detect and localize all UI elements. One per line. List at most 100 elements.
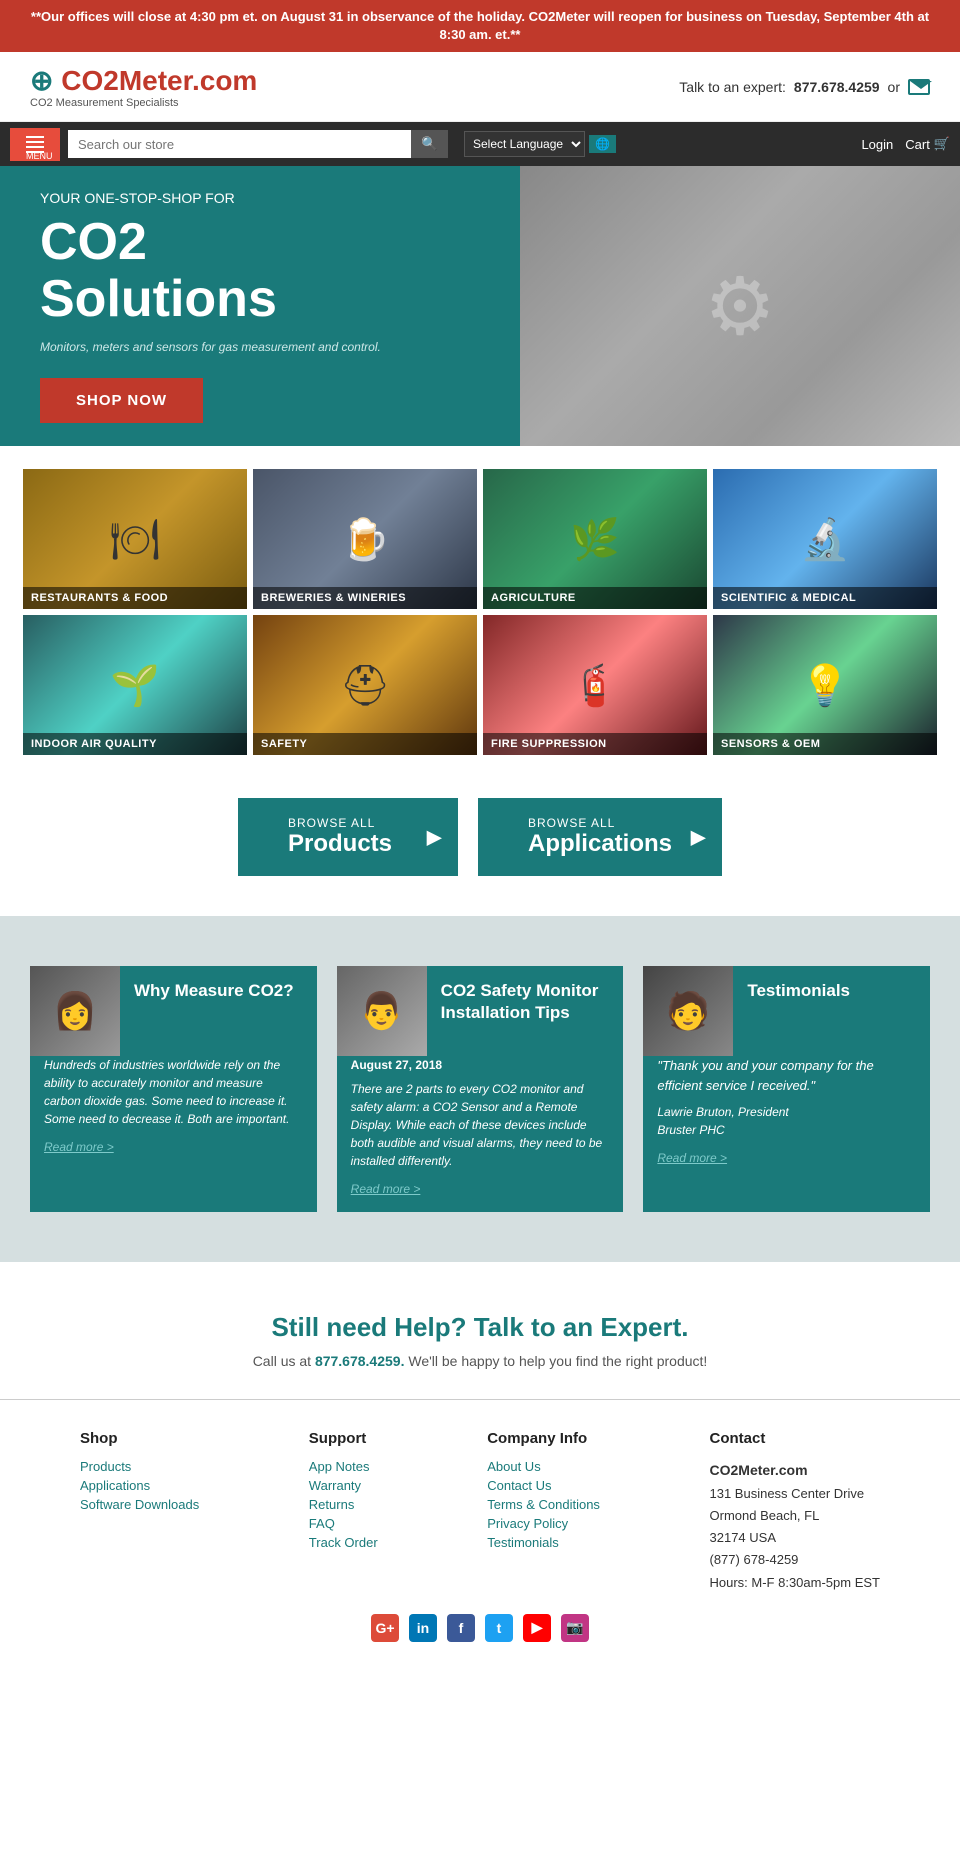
- browse-buttons: BROWSE ALL Products ▶ BROWSE ALL Applica…: [0, 778, 960, 916]
- help-section: Still need Help? Talk to an Expert. Call…: [0, 1262, 960, 1399]
- testimonial-quote: "Thank you and your company for the effi…: [657, 1056, 916, 1095]
- login-link[interactable]: Login: [861, 137, 893, 152]
- header: ⊕ CO2Meter.com CO2 Measurement Specialis…: [0, 52, 960, 122]
- hero-image: [520, 166, 960, 446]
- footer-link[interactable]: Privacy Policy: [487, 1516, 600, 1531]
- card-title: Testimonials: [733, 966, 864, 1056]
- phone-number: 877.678.4259: [794, 79, 880, 95]
- category-label-restaurants: RESTAURANTS & FOOD: [23, 587, 247, 609]
- footer-link[interactable]: Testimonials: [487, 1535, 600, 1550]
- logo-subtitle: CO2 Measurement Specialists: [30, 97, 257, 109]
- category-indoor[interactable]: 🌱 INDOOR AIR QUALITY: [23, 615, 247, 755]
- category-label-scientific: SCIENTIFIC & MEDICAL: [713, 587, 937, 609]
- hero-image-placeholder: [520, 166, 960, 446]
- read-more-link[interactable]: Read more >: [351, 1180, 610, 1198]
- card-header: 👨 CO2 Safety Monitor Installation Tips: [337, 966, 624, 1056]
- contact-info: CO2Meter.com 131 Business Center Drive O…: [710, 1459, 881, 1593]
- facebook-icon[interactable]: f: [447, 1614, 475, 1642]
- read-more-link[interactable]: Read more >: [44, 1138, 303, 1156]
- footer-col-2: Company InfoAbout UsContact UsTerms & Co…: [487, 1430, 600, 1593]
- card-body-container: "Thank you and your company for the effi…: [643, 1056, 930, 1212]
- category-fire[interactable]: 🧯 FIRE SUPPRESSION: [483, 615, 707, 755]
- footer: ShopProductsApplicationsSoftware Downloa…: [0, 1399, 960, 1691]
- footer-link[interactable]: Track Order: [309, 1535, 378, 1550]
- shop-now-button[interactable]: SHOP NOW: [40, 378, 203, 423]
- info-card-why-measure: 👩 Why Measure CO2? Hundreds of industrie…: [30, 966, 317, 1212]
- help-phone: 877.678.4259.: [315, 1353, 405, 1369]
- footer-columns: ShopProductsApplicationsSoftware Downloa…: [80, 1430, 880, 1593]
- browse-arrow-products: ▶: [427, 825, 442, 850]
- browse-products-button[interactable]: BROWSE ALL Products ▶: [238, 798, 458, 876]
- linkedin-icon[interactable]: in: [409, 1614, 437, 1642]
- footer-link[interactable]: FAQ: [309, 1516, 378, 1531]
- twitter-icon[interactable]: t: [485, 1614, 513, 1642]
- info-card-safety-monitor: 👨 CO2 Safety Monitor Installation Tips A…: [337, 966, 624, 1212]
- card-title: CO2 Safety Monitor Installation Tips: [427, 966, 624, 1056]
- cart-button[interactable]: Cart 🛒: [905, 136, 950, 152]
- card-image: 🧑: [643, 966, 733, 1056]
- card-title: Why Measure CO2?: [120, 966, 308, 1056]
- info-card-testimonials: 🧑 Testimonials "Thank you and your compa…: [643, 966, 930, 1212]
- category-sensors[interactable]: 💡 SENSORS & OEM: [713, 615, 937, 755]
- language-selector: Select Language English Spanish 🌐: [464, 131, 616, 157]
- category-restaurants[interactable]: 🍽 RESTAURANTS & FOOD: [23, 469, 247, 609]
- read-more-link[interactable]: Read more >: [657, 1149, 916, 1167]
- category-label-agriculture: AGRICULTURE: [483, 587, 707, 609]
- browse-applications-button[interactable]: BROWSE ALL Applications ▶: [478, 798, 722, 876]
- instagram-icon[interactable]: 📷: [561, 1614, 589, 1642]
- category-agriculture[interactable]: 🌿 AGRICULTURE: [483, 469, 707, 609]
- header-contact: Talk to an expert: 877.678.4259 or: [679, 79, 930, 95]
- youtube-icon[interactable]: ▶: [523, 1614, 551, 1642]
- footer-link[interactable]: App Notes: [309, 1459, 378, 1474]
- footer-link[interactable]: Applications: [80, 1478, 199, 1493]
- footer-link[interactable]: Warranty: [309, 1478, 378, 1493]
- menu-button[interactable]: MENU: [10, 128, 60, 161]
- footer-link[interactable]: Terms & Conditions: [487, 1497, 600, 1512]
- search-bar: 🔍: [68, 130, 448, 158]
- language-dropdown[interactable]: Select Language English Spanish: [464, 131, 585, 157]
- info-section: 👩 Why Measure CO2? Hundreds of industrie…: [0, 916, 960, 1262]
- hero-subtitle: YOUR ONE-STOP-SHOP FOR: [40, 190, 480, 206]
- card-image: 👩: [30, 966, 120, 1056]
- footer-link[interactable]: Software Downloads: [80, 1497, 199, 1512]
- email-icon[interactable]: [908, 79, 930, 95]
- footer-link[interactable]: Products: [80, 1459, 199, 1474]
- search-input[interactable]: [68, 130, 411, 158]
- footer-link[interactable]: About Us: [487, 1459, 600, 1474]
- card-body-container: August 27, 2018 There are 2 parts to eve…: [337, 1056, 624, 1212]
- browse-sub-applications: BROWSE ALL: [528, 816, 615, 830]
- footer-col-0: ShopProductsApplicationsSoftware Downloa…: [80, 1430, 199, 1593]
- help-title: Still need Help? Talk to an Expert.: [30, 1312, 930, 1343]
- footer-link[interactable]: Contact Us: [487, 1478, 600, 1493]
- hamburger-line: [26, 141, 44, 143]
- help-subtitle: Call us at 877.678.4259. We'll be happy …: [30, 1353, 930, 1369]
- footer-heading-1: Support: [309, 1430, 378, 1447]
- navbar: MENU 🔍 Select Language English Spanish 🌐…: [0, 122, 960, 166]
- category-scientific[interactable]: 🔬 SCIENTIFIC & MEDICAL: [713, 469, 937, 609]
- footer-heading-3: Contact: [710, 1430, 881, 1447]
- browse-arrow-applications: ▶: [691, 825, 706, 850]
- footer-col-1: Support App Notes Warranty Returns FAQ Track …: [309, 1430, 378, 1593]
- category-label-sensors: SENSORS & OEM: [713, 733, 937, 755]
- testimonial-author: Lawrie Bruton, PresidentBruster PHC: [657, 1103, 916, 1139]
- category-label-breweries: BREWERIES & WINERIES: [253, 587, 477, 609]
- logo[interactable]: ⊕ CO2Meter.com CO2 Measurement Specialis…: [30, 64, 257, 109]
- hero-left: YOUR ONE-STOP-SHOP FOR CO2 Solutions Mon…: [0, 166, 520, 446]
- card-body: Hundreds of industries worldwide rely on…: [44, 1056, 303, 1128]
- hero-title: CO2 Solutions: [40, 214, 480, 328]
- top-banner: **Our offices will close at 4:30 pm et. …: [0, 0, 960, 52]
- category-label-fire: FIRE SUPPRESSION: [483, 733, 707, 755]
- category-breweries[interactable]: 🍺 BREWERIES & WINERIES: [253, 469, 477, 609]
- search-button[interactable]: 🔍: [411, 130, 448, 158]
- footer-link[interactable]: Returns: [309, 1497, 378, 1512]
- category-safety[interactable]: ⛑ SAFETY: [253, 615, 477, 755]
- nav-right: Login Cart 🛒: [861, 136, 950, 152]
- logo-text: ⊕ CO2Meter.com: [30, 64, 257, 97]
- hamburger-line: [26, 146, 44, 148]
- card-body-container: Hundreds of industries worldwide rely on…: [30, 1056, 317, 1212]
- card-header: 🧑 Testimonials: [643, 966, 930, 1056]
- google-plus-icon[interactable]: G+: [371, 1614, 399, 1642]
- card-body: There are 2 parts to every CO2 monitor a…: [351, 1080, 610, 1170]
- card-date: August 27, 2018: [351, 1056, 610, 1074]
- category-label-indoor: INDOOR AIR QUALITY: [23, 733, 247, 755]
